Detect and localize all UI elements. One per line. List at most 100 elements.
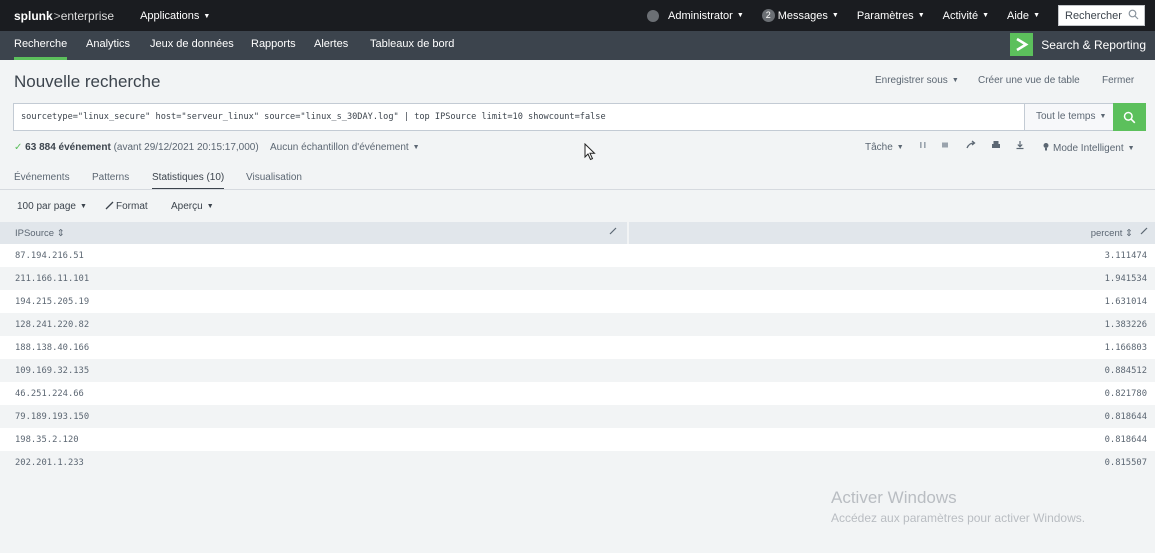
table-row[interactable]: 211.166.11.101 1.941534 bbox=[0, 267, 1155, 290]
search-query-input[interactable]: sourcetype="linux_secure" host="serveur_… bbox=[21, 112, 606, 122]
column-divider[interactable] bbox=[627, 222, 629, 244]
nav-analytics[interactable]: Analytics bbox=[86, 31, 130, 60]
format-label: Format bbox=[116, 201, 148, 212]
global-header: splunk > enterprise Applications ▼ Admini… bbox=[0, 0, 1155, 31]
messages-label: Messages bbox=[777, 9, 828, 22]
pencil-icon[interactable] bbox=[1140, 227, 1148, 238]
save-as-menu[interactable]: Enregistrer sous ▼ bbox=[875, 75, 959, 86]
time-range-picker[interactable]: Tout le temps ▼ bbox=[1024, 104, 1113, 130]
print-icon[interactable] bbox=[991, 140, 1001, 153]
cell-percent: 0.818644 bbox=[1104, 412, 1147, 422]
share-icon[interactable] bbox=[966, 140, 976, 153]
search-bar: sourcetype="linux_secure" host="serveur_… bbox=[13, 103, 1146, 131]
stop-icon[interactable] bbox=[941, 140, 949, 153]
table-row[interactable]: 79.189.193.150 0.818644 bbox=[0, 405, 1155, 428]
cell-percent: 0.815507 bbox=[1104, 458, 1147, 468]
global-search-input[interactable]: Rechercher bbox=[1058, 5, 1145, 26]
save-as-label: Enregistrer sous bbox=[875, 75, 948, 86]
tab-visualization[interactable]: Visualisation bbox=[246, 172, 302, 183]
per-page-menu[interactable]: 100 par page ▼ bbox=[17, 201, 87, 212]
lightbulb-icon bbox=[1043, 143, 1049, 151]
create-table-view-link[interactable]: Créer une vue de table bbox=[978, 75, 1080, 86]
table-row[interactable]: 128.241.220.82 1.383226 bbox=[0, 313, 1155, 336]
column-label-ipsource: IPSource bbox=[15, 228, 55, 239]
search-icon bbox=[1128, 9, 1139, 20]
table-row[interactable]: 46.251.224.66 0.821780 bbox=[0, 382, 1155, 405]
caret-down-icon: ▼ bbox=[831, 12, 839, 19]
job-label: Tâche bbox=[865, 142, 893, 153]
cell-ipsource: 188.138.40.166 bbox=[15, 343, 90, 353]
help-menu[interactable]: Aide ▼ bbox=[1007, 10, 1040, 22]
pause-icon[interactable] bbox=[919, 140, 927, 153]
caret-down-icon: ▼ bbox=[79, 203, 87, 210]
messages-menu[interactable]: 2 Messages ▼ bbox=[761, 9, 839, 22]
cell-ipsource: 128.241.220.82 bbox=[15, 320, 90, 330]
table-row[interactable]: 188.138.40.166 1.166803 bbox=[0, 336, 1155, 359]
pencil-icon[interactable] bbox=[609, 227, 617, 238]
cell-percent: 0.821780 bbox=[1104, 389, 1147, 399]
global-search-placeholder: Rechercher bbox=[1065, 9, 1122, 22]
applications-menu[interactable]: Applications ▼ bbox=[140, 10, 210, 22]
nav-dashboards[interactable]: Tableaux de bord bbox=[370, 31, 454, 60]
activity-label: Activité bbox=[942, 9, 979, 22]
nav-reports[interactable]: Rapports bbox=[251, 31, 296, 60]
messages-count-badge: 2 bbox=[761, 9, 775, 22]
caret-down-icon: ▼ bbox=[206, 203, 214, 210]
cell-ipsource: 202.201.1.233 bbox=[15, 458, 84, 468]
splunk-logo[interactable]: splunk > enterprise bbox=[14, 9, 114, 23]
applications-label: Applications bbox=[140, 9, 200, 22]
app-logo-icon bbox=[1010, 33, 1034, 56]
user-icon bbox=[647, 9, 660, 22]
caret-down-icon: ▼ bbox=[736, 12, 744, 19]
mouse-cursor-icon bbox=[584, 143, 596, 161]
format-menu[interactable]: Format bbox=[105, 201, 148, 212]
search-button[interactable] bbox=[1113, 103, 1146, 131]
caret-down-icon: ▼ bbox=[1099, 113, 1107, 120]
cell-percent: 1.631014 bbox=[1104, 297, 1147, 307]
cell-ipsource: 46.251.224.66 bbox=[15, 389, 84, 399]
sort-icon: ⇕ bbox=[56, 228, 65, 239]
user-menu[interactable]: Administrator ▼ bbox=[647, 9, 744, 22]
table-row[interactable]: 198.35.2.120 0.818644 bbox=[0, 428, 1155, 451]
settings-menu[interactable]: Paramètres ▼ bbox=[857, 10, 925, 22]
search-mode-menu[interactable]: Mode Intelligent ▼ bbox=[1042, 142, 1135, 154]
cell-ipsource: 211.166.11.101 bbox=[15, 274, 90, 284]
table-row[interactable]: 87.194.216.51 3.111474 bbox=[0, 244, 1155, 267]
brand-separator: > bbox=[53, 8, 61, 23]
sampling-menu[interactable]: Aucun échantillon d'événement ▼ bbox=[270, 142, 420, 153]
nav-datasets[interactable]: Jeux de données bbox=[150, 31, 234, 60]
nav-recherche[interactable]: Recherche bbox=[14, 31, 68, 60]
activity-menu[interactable]: Activité ▼ bbox=[943, 10, 989, 22]
tab-statistics[interactable]: Statistiques (10) bbox=[152, 172, 225, 190]
table-row[interactable]: 202.201.1.233 0.815507 bbox=[0, 451, 1155, 474]
preview-menu[interactable]: Aperçu ▼ bbox=[171, 201, 214, 212]
table-header: IPSource ⇕ percent ⇕ bbox=[0, 222, 1155, 244]
help-label: Aide bbox=[1007, 9, 1030, 22]
close-link[interactable]: Fermer bbox=[1102, 75, 1134, 86]
pencil-icon bbox=[105, 201, 114, 210]
cell-percent: 1.166803 bbox=[1104, 343, 1147, 353]
tabs-divider bbox=[0, 189, 1155, 190]
app-title-label: Search & Reporting bbox=[1041, 37, 1146, 52]
page-title: Nouvelle recherche bbox=[14, 72, 161, 91]
search-icon bbox=[1123, 111, 1136, 123]
cell-ipsource: 198.35.2.120 bbox=[15, 435, 79, 445]
cell-percent: 0.884512 bbox=[1104, 366, 1147, 376]
caret-down-icon: ▼ bbox=[412, 144, 420, 151]
windows-activation-text: Accédez aux paramètres pour activer Wind… bbox=[831, 511, 1086, 525]
check-icon: ✓ bbox=[14, 142, 23, 153]
cell-percent: 0.818644 bbox=[1104, 435, 1147, 445]
brand-product: enterprise bbox=[60, 8, 115, 23]
cell-ipsource: 87.194.216.51 bbox=[15, 251, 84, 261]
nav-alerts[interactable]: Alertes bbox=[314, 31, 348, 60]
tab-events[interactable]: Événements bbox=[14, 172, 70, 183]
column-header-percent[interactable]: percent ⇕ bbox=[1091, 228, 1133, 239]
caret-down-icon: ▼ bbox=[982, 12, 990, 19]
table-row[interactable]: 109.169.32.135 0.884512 bbox=[0, 359, 1155, 382]
job-menu[interactable]: Tâche ▼ bbox=[865, 142, 904, 153]
tab-patterns[interactable]: Patterns bbox=[92, 172, 129, 183]
table-row[interactable]: 194.215.205.19 1.631014 bbox=[0, 290, 1155, 313]
column-header-ipsource[interactable]: IPSource ⇕ bbox=[15, 228, 65, 239]
export-icon[interactable] bbox=[1015, 140, 1025, 153]
app-title[interactable]: Search & Reporting bbox=[1010, 33, 1146, 56]
